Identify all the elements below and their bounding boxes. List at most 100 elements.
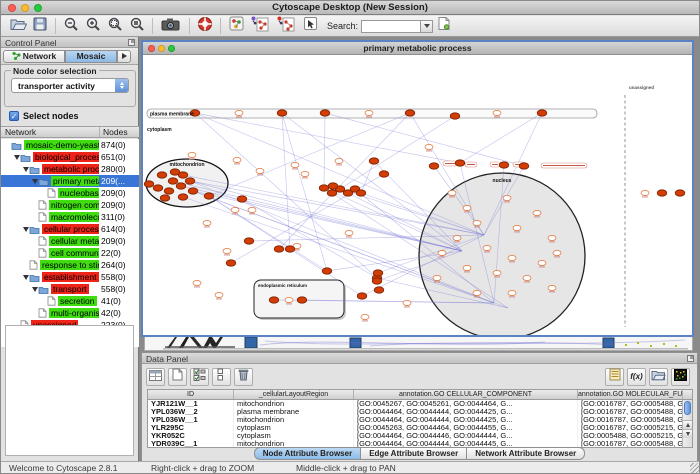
table-mode-button[interactable] (146, 368, 165, 386)
tree-row[interactable]: metabolic process280(0) (1, 163, 139, 175)
network-node[interactable] (425, 144, 433, 149)
network-node[interactable] (193, 280, 201, 285)
zoom-selected-button[interactable] (127, 17, 147, 35)
network-node[interactable] (223, 248, 231, 253)
network-node[interactable] (231, 207, 239, 212)
network-node[interactable] (483, 245, 491, 250)
scrollbar-thumb[interactable] (684, 401, 691, 415)
snapshot-camera-button[interactable] (158, 17, 184, 35)
tree-expander-icon[interactable] (22, 227, 29, 232)
select-attributes-button[interactable] (190, 368, 209, 386)
tab-node-attribute-browser[interactable]: Node Attribute Browser (254, 447, 362, 460)
tree-expander-icon[interactable] (13, 155, 20, 160)
network-node[interactable] (357, 293, 367, 299)
tree-row[interactable]: cell communicat22(0) (1, 247, 139, 259)
network-node[interactable] (178, 194, 188, 200)
network-node[interactable] (297, 297, 307, 303)
network-node[interactable] (448, 190, 456, 195)
network-node[interactable] (641, 190, 649, 195)
tree-row[interactable]: mosaic-demo-yeast874(0) (1, 139, 139, 151)
tab-network-attribute-browser[interactable]: Network Attribute Browser (467, 447, 585, 460)
table-vertical-scrollbar[interactable] (682, 400, 692, 447)
network-node[interactable] (188, 152, 196, 157)
table-row[interactable]: YPL036W__1mitochondrion[GO:0044464, GO:0… (148, 416, 692, 424)
table-column-header[interactable]: annotation.GO CELLULAR_COMPONENT (354, 390, 578, 399)
network-node[interactable] (335, 158, 343, 163)
network-node[interactable] (164, 188, 174, 194)
select-nodes-checkbox[interactable]: ✓ (9, 111, 19, 121)
network-node[interactable] (345, 230, 353, 235)
tree-row[interactable]: response to stimulu264(0) (1, 259, 139, 271)
resize-grip[interactable] (690, 463, 700, 473)
node-color-dropdown[interactable]: transporter activity (11, 78, 129, 93)
network-node[interactable] (548, 235, 556, 240)
tree-col-network[interactable]: Network (1, 127, 100, 137)
zoom-in-button[interactable] (83, 17, 103, 35)
network-node[interactable] (285, 297, 293, 302)
tree-expander-icon[interactable] (22, 275, 29, 280)
tree-row[interactable]: cellular process614(0) (1, 223, 139, 235)
network-node[interactable] (503, 195, 511, 200)
table-column-header[interactable]: ID (148, 390, 234, 399)
attribute-batch-button[interactable] (605, 368, 624, 386)
tree-col-nodes[interactable]: Nodes (100, 127, 139, 137)
table-column-header[interactable]: _cellularLayoutRegion (234, 390, 354, 399)
advanced-search-button[interactable] (434, 17, 454, 35)
network-node[interactable] (493, 110, 501, 115)
network-node[interactable] (463, 265, 471, 270)
network-node[interactable] (513, 225, 521, 230)
network-node[interactable] (204, 193, 214, 199)
scroll-up-button[interactable] (683, 420, 693, 429)
network-node[interactable] (237, 196, 247, 202)
tree-expander-icon[interactable] (22, 167, 29, 172)
vizmapper-button[interactable] (226, 17, 246, 35)
network-node[interactable] (403, 300, 411, 305)
network-node[interactable] (244, 238, 254, 244)
network-node[interactable] (327, 190, 337, 196)
network-node[interactable] (675, 190, 685, 196)
network-node[interactable] (233, 157, 241, 162)
network-node[interactable] (248, 207, 256, 212)
layout-button[interactable] (248, 17, 272, 35)
network-node[interactable] (523, 275, 531, 280)
tab-mosaic[interactable]: Mosaic (65, 50, 117, 63)
network-node[interactable] (450, 113, 460, 119)
search-dropdown-button[interactable] (421, 20, 433, 33)
network-node[interactable] (374, 287, 384, 293)
network-node[interactable] (553, 250, 561, 255)
network-node[interactable] (361, 314, 369, 319)
network-node[interactable] (277, 110, 287, 116)
tree-row[interactable]: primary metabo209(... (1, 175, 139, 187)
network-node[interactable] (170, 169, 180, 175)
unselect-attributes-button[interactable] (212, 368, 231, 386)
new-attribute-button[interactable] (168, 368, 187, 386)
float-panel-icon[interactable] (128, 39, 135, 46)
tree-row[interactable]: secretion41(0) (1, 295, 139, 307)
network-node[interactable] (226, 260, 236, 266)
tree-row[interactable]: establishment of lo558(0) (1, 271, 139, 283)
network-node[interactable] (185, 178, 195, 184)
network-node[interactable] (328, 183, 338, 189)
tree-expander-icon[interactable] (31, 287, 38, 292)
zoom-out-button[interactable] (61, 17, 81, 35)
network-node[interactable] (322, 268, 332, 274)
tab-network[interactable]: Network (3, 50, 65, 63)
tab-overflow-button[interactable] (117, 50, 131, 63)
import-attributes-button[interactable] (649, 368, 668, 386)
network-node[interactable] (508, 290, 516, 295)
network-node[interactable] (373, 270, 383, 276)
network-node[interactable] (548, 285, 556, 290)
float-panel-icon[interactable] (687, 355, 694, 362)
zoom-fit-button[interactable] (105, 17, 125, 35)
network-canvas[interactable]: plasma membranecytoplasmmitochondrionnuc… (143, 55, 692, 335)
network-node[interactable] (438, 250, 446, 255)
search-input[interactable] (361, 20, 421, 33)
tree-row[interactable]: multi-organism pro42(0) (1, 307, 139, 319)
network-node[interactable] (274, 246, 284, 252)
network-node[interactable] (153, 185, 163, 191)
network-node[interactable] (499, 162, 509, 168)
network-node[interactable] (405, 110, 415, 116)
network-node[interactable] (429, 163, 439, 169)
network-node[interactable] (537, 110, 547, 116)
network-node[interactable] (473, 220, 481, 225)
